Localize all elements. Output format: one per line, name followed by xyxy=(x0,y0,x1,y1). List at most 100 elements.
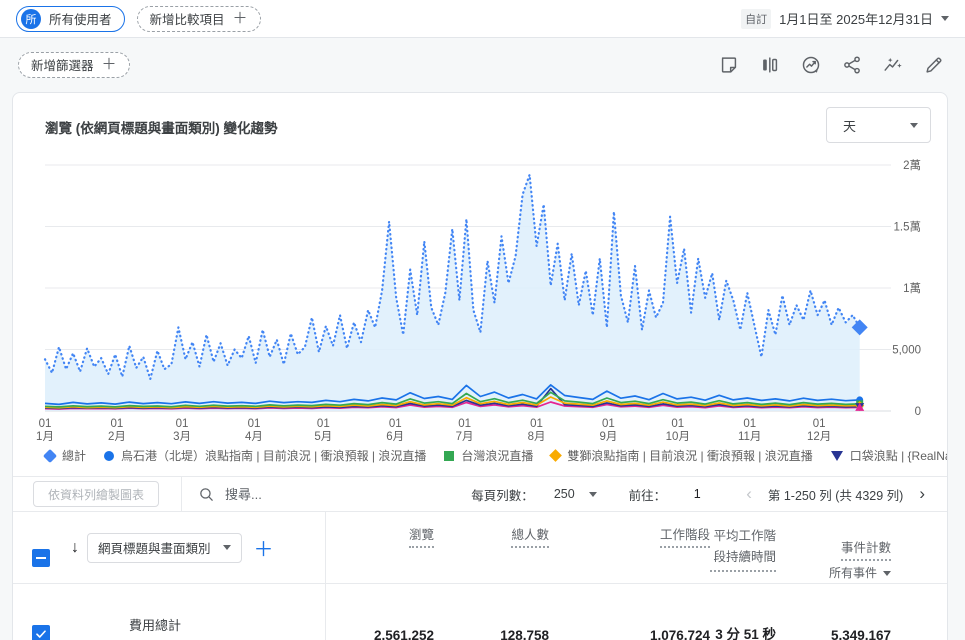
legend-item-1[interactable]: 烏石港（北堤）浪點指南 | 目前浪況 | 衝浪預報 | 浪況直播 xyxy=(104,447,426,464)
legend-item-4[interactable]: 口袋浪點 | {RealName} xyxy=(831,447,947,464)
triangle-down-marker-icon xyxy=(831,451,843,461)
chevron-down-icon xyxy=(589,492,597,497)
plot-rows-button[interactable]: 依資料列繪製圖表 xyxy=(33,481,159,507)
svg-text:01: 01 xyxy=(743,418,756,430)
trend-chart: 05,0001萬1.5萬2萬011月012月013月014月015月016月01… xyxy=(13,143,948,445)
col-header-event-count[interactable]: 事件計數 所有事件 xyxy=(776,512,891,583)
add-comparison-chip[interactable]: 新增比較項目 ＋ xyxy=(137,6,261,32)
table-search[interactable] xyxy=(198,486,375,503)
select-all-checkbox[interactable] xyxy=(32,549,50,567)
svg-text:8月: 8月 xyxy=(528,431,546,443)
table-row: 費用總計 2,561,252總數的 100% 128,758總數的 100% 1… xyxy=(13,584,947,640)
svg-text:01: 01 xyxy=(317,418,330,430)
event-filter-value: 所有事件 xyxy=(829,564,877,583)
svg-text:2萬: 2萬 xyxy=(903,159,921,172)
audience-badge: 所 xyxy=(21,9,41,29)
svg-text:1萬: 1萬 xyxy=(903,282,921,295)
svg-text:01: 01 xyxy=(389,418,402,430)
chevron-down-icon xyxy=(941,16,949,21)
svg-text:2月: 2月 xyxy=(108,431,126,443)
add-filter-chip[interactable]: 新增篩選器 ＋ xyxy=(18,52,130,78)
totals-sessions: 1,076,724總數的 100% xyxy=(549,584,710,640)
prev-page-button[interactable]: ‹ xyxy=(740,484,758,504)
granularity-select[interactable]: 天 xyxy=(826,107,931,143)
row-checkbox[interactable] xyxy=(32,625,50,640)
svg-text:1.5萬: 1.5萬 xyxy=(894,221,922,234)
dimension-select[interactable]: 網頁標題與畫面類別 xyxy=(87,533,242,563)
svg-text:5,000: 5,000 xyxy=(892,345,921,357)
audience-chip-label: 所有使用者 xyxy=(49,9,112,28)
header-checkbox-cell xyxy=(13,512,69,583)
totals-label: 費用總計 xyxy=(69,584,326,640)
top-bar: 所 所有使用者 新增比較項目 ＋ 自訂 1月1日至 2025年12月31日 xyxy=(0,0,965,38)
svg-text:7月: 7月 xyxy=(456,431,474,443)
svg-text:01: 01 xyxy=(813,418,826,430)
dimension-value: 網頁標題與畫面類別 xyxy=(98,538,211,557)
chevron-down-icon xyxy=(223,545,231,550)
legend-item-total[interactable]: 總計 xyxy=(45,447,86,464)
goto-label: 前往： xyxy=(629,485,667,504)
edit-icon[interactable] xyxy=(921,52,947,78)
date-range-label: 1月1日至 2025年12月31日 xyxy=(779,9,933,28)
svg-text:01: 01 xyxy=(176,418,189,430)
svg-text:1月: 1月 xyxy=(36,431,54,443)
check-icon xyxy=(35,628,47,640)
report-actions xyxy=(716,52,947,78)
svg-text:6月: 6月 xyxy=(386,431,404,443)
totals-views: 2,561,252總數的 100% xyxy=(326,584,434,640)
svg-text:01: 01 xyxy=(39,418,52,430)
chart-title: 瀏覽 (依網頁標題與畫面類別) 變化趨勢 xyxy=(45,107,278,137)
insights-spark-icon[interactable] xyxy=(880,52,906,78)
filter-bar: 新增篩選器 ＋ xyxy=(0,38,965,91)
svg-text:4月: 4月 xyxy=(245,431,263,443)
date-range-picker[interactable]: 自訂 1月1日至 2025年12月31日 xyxy=(741,9,949,29)
report-card: 瀏覽 (依網頁標題與畫面類別) 變化趨勢 天 05,0001萬1.5萬2萬011… xyxy=(12,92,948,640)
diamond-marker-icon xyxy=(43,448,57,462)
compare-icon[interactable] xyxy=(757,52,783,78)
table-header-row: ↓ 網頁標題與畫面類別 ＋ 瀏覽 總人數 工作階段 平均工作階段持續時間 事件計… xyxy=(13,512,947,584)
chart-legend: 總計 烏石港（北堤）浪點指南 | 目前浪況 | 衝浪預報 | 浪況直播 台灣浪況… xyxy=(13,445,947,476)
plus-icon: ＋ xyxy=(233,11,248,26)
diamond-marker-icon xyxy=(550,449,563,462)
legend-label: 雙獅浪點指南 | 目前浪況 | 衝浪預報 | 浪況直播 xyxy=(567,447,812,464)
svg-text:01: 01 xyxy=(602,418,615,430)
legend-label: 總計 xyxy=(62,447,86,464)
chart-header: 瀏覽 (依網頁標題與畫面類別) 變化趨勢 天 xyxy=(13,93,947,143)
insights-circle-icon[interactable] xyxy=(798,52,824,78)
dimension-header-cell: ↓ 網頁標題與畫面類別 ＋ xyxy=(69,512,326,583)
chevron-down-icon xyxy=(883,571,891,576)
legend-label: 烏石港（北堤）浪點指南 | 目前浪況 | 衝浪預報 | 浪況直播 xyxy=(121,447,426,464)
svg-text:01: 01 xyxy=(530,418,543,430)
col-header-sessions[interactable]: 工作階段 xyxy=(549,512,710,583)
event-filter-select[interactable]: 所有事件 xyxy=(829,564,891,583)
svg-text:11月: 11月 xyxy=(738,431,761,443)
rows-per-page-value: 250 xyxy=(554,487,575,501)
col-header-views[interactable]: 瀏覽 xyxy=(326,512,434,583)
rows-per-page-select[interactable]: 250 xyxy=(554,487,597,501)
sort-descending-icon[interactable]: ↓ xyxy=(71,539,79,557)
totals-event-count: 5,349,167總數的 100% xyxy=(776,584,891,640)
pagination-controls: 每頁列數： 250 前往： ‹ 第 1-250 列 (共 4329 列) › xyxy=(471,484,931,504)
next-page-button[interactable]: › xyxy=(913,484,931,504)
svg-text:01: 01 xyxy=(111,418,124,430)
granularity-value: 天 xyxy=(843,116,856,135)
col-header-users[interactable]: 總人數 xyxy=(434,512,549,583)
search-input[interactable] xyxy=(225,487,375,502)
legend-label: 台灣浪況直播 xyxy=(461,447,533,464)
legend-item-2[interactable]: 台灣浪況直播 xyxy=(444,447,533,464)
share-icon[interactable] xyxy=(839,52,865,78)
add-dimension-button[interactable]: ＋ xyxy=(250,533,274,562)
goto-page-input[interactable] xyxy=(682,487,712,501)
totals-users: 128,758總數的 100% xyxy=(434,584,549,640)
search-icon xyxy=(198,486,215,503)
date-preset-badge: 自訂 xyxy=(741,9,771,29)
circle-marker-icon xyxy=(104,451,114,461)
divider xyxy=(181,476,182,512)
chevron-down-icon xyxy=(910,123,918,128)
audience-chip[interactable]: 所 所有使用者 xyxy=(16,6,125,32)
legend-item-3[interactable]: 雙獅浪點指南 | 目前浪況 | 衝浪預報 | 浪況直播 xyxy=(551,447,812,464)
note-icon[interactable] xyxy=(716,52,742,78)
indeterminate-icon xyxy=(36,557,46,559)
col-header-avg-duration[interactable]: 平均工作階段持續時間 xyxy=(710,512,776,583)
svg-text:01: 01 xyxy=(248,418,261,430)
